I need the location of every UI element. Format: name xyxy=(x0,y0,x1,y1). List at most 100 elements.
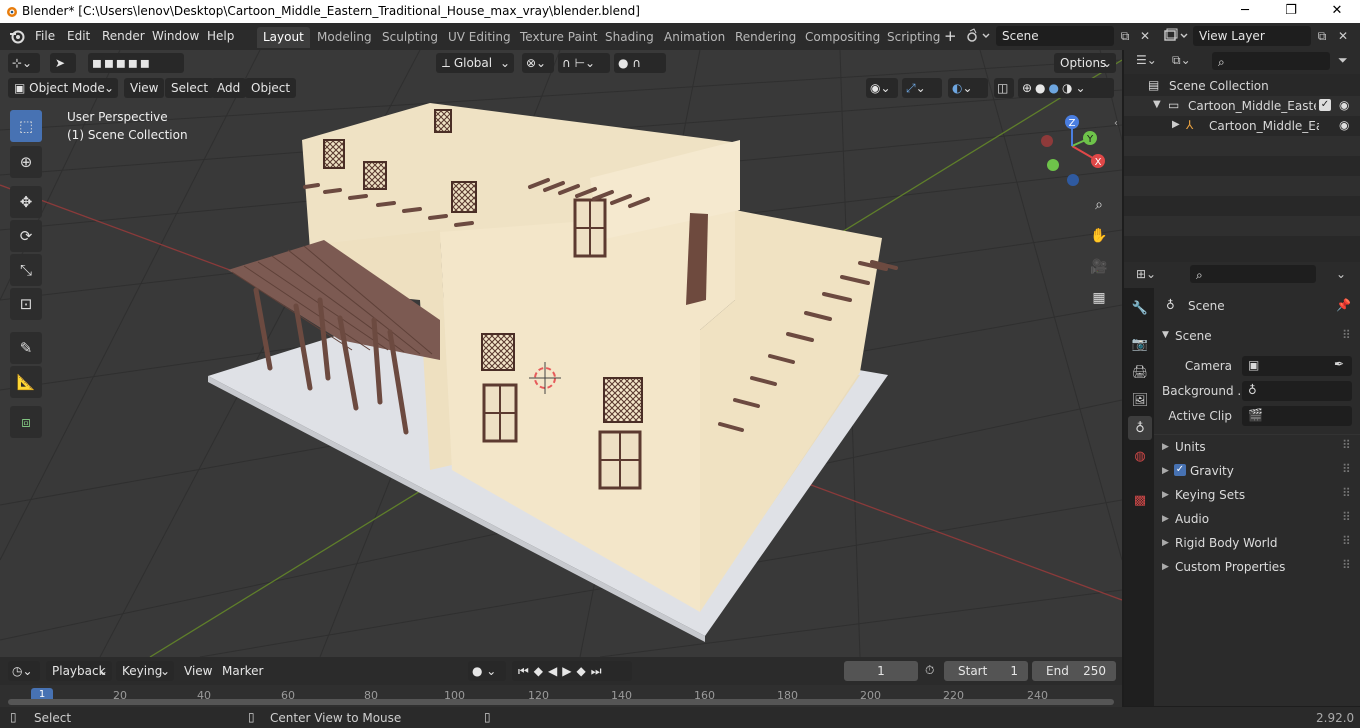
timeline-menu-marker[interactable]: Marker xyxy=(216,661,269,681)
tool-select-box-button[interactable]: ➤ xyxy=(50,53,76,73)
expand-right-icon[interactable]: ▶ xyxy=(1162,538,1169,548)
expand-right-icon[interactable]: ▶ xyxy=(1162,514,1169,524)
shading-mode-buttons[interactable]: ⊕●●◑⌄ xyxy=(1018,78,1114,98)
gravity-checkbox[interactable]: ✓ xyxy=(1174,464,1186,476)
menu-help[interactable]: Help xyxy=(207,29,234,43)
visibility-dropdown[interactable]: ◉⌄ xyxy=(866,78,898,98)
eyedropper-icon[interactable]: ✒ xyxy=(1334,357,1344,371)
tab-output[interactable]: 🖨 xyxy=(1128,360,1152,384)
outliner-search-input[interactable]: ⌕ xyxy=(1212,52,1330,70)
scene-selector-icon[interactable] xyxy=(966,28,992,47)
view-layer-selector-icon[interactable] xyxy=(1163,28,1191,47)
tool-move[interactable]: ✥ xyxy=(10,186,42,218)
expand-right-icon[interactable]: ▶ xyxy=(1162,466,1169,476)
panel-units[interactable]: Units xyxy=(1175,440,1206,454)
outliner-row-collection[interactable]: ▼ ▭ Cartoon_Middle_Eastern_ ✓ ◉ xyxy=(1124,96,1360,116)
close-button[interactable]: ✕ xyxy=(1314,0,1360,23)
expand-down-icon[interactable]: ▼ xyxy=(1162,330,1169,340)
tool-add-cube[interactable]: ⧈ xyxy=(10,406,42,438)
tool-rotate[interactable]: ⟳ xyxy=(10,220,42,252)
expand-right-icon[interactable]: ▶ xyxy=(1162,562,1169,572)
panel-rigid-body-world[interactable]: Rigid Body World xyxy=(1175,536,1278,550)
viewport-menu-add[interactable]: Add xyxy=(211,78,247,98)
start-frame-field[interactable]: Start 1 xyxy=(944,661,1028,681)
drag-handle-icon[interactable]: ⠿ xyxy=(1342,510,1351,524)
eye-icon[interactable]: ◉ xyxy=(1339,98,1349,112)
scene-name-field[interactable]: Scene xyxy=(996,26,1114,46)
outliner-row-root[interactable]: ▤ Scene Collection xyxy=(1124,76,1360,96)
tab-world[interactable]: ◍ xyxy=(1128,444,1152,468)
drag-handle-icon[interactable]: ⠿ xyxy=(1342,462,1351,476)
options-dropdown[interactable]: Options ⌄ xyxy=(1054,53,1116,73)
pivot-point-dropdown[interactable]: ⊗⌄ xyxy=(522,53,554,73)
tab-scene[interactable]: ♁ xyxy=(1128,416,1152,440)
tab-render[interactable]: 📷 xyxy=(1128,332,1152,356)
overlay-toggle[interactable]: ◐⌄ xyxy=(948,78,988,98)
outliner-row-object[interactable]: ▶ ⅄ Cartoon_Middle_East ◉ xyxy=(1124,116,1360,136)
duplicate-view-layer-icon[interactable]: ⧉ xyxy=(1311,26,1333,46)
drag-handle-icon[interactable]: ⠿ xyxy=(1342,534,1351,548)
tool-annotate[interactable]: ✎ xyxy=(10,332,42,364)
menu-render[interactable]: Render xyxy=(102,29,145,43)
tool-select[interactable]: ⬚ xyxy=(10,110,42,142)
display-mode-icon[interactable]: ⧉⌄ xyxy=(1172,53,1191,68)
sidebar-toggle-icon[interactable]: ‹ xyxy=(1114,118,1118,129)
pan-button[interactable]: ✋ xyxy=(1087,224,1111,248)
ortho-toggle-button[interactable]: ▦ xyxy=(1087,286,1111,310)
collection-checkbox[interactable]: ✓ xyxy=(1319,99,1331,111)
panel-gravity[interactable]: Gravity xyxy=(1190,464,1234,478)
maximize-button[interactable]: ❐ xyxy=(1268,0,1314,23)
background-scene-field[interactable]: ♁ xyxy=(1242,381,1352,401)
viewport-menu-view[interactable]: View xyxy=(124,78,165,98)
menu-window[interactable]: Window xyxy=(152,29,199,43)
tab-scripting[interactable]: Scripting xyxy=(881,27,946,48)
tool-measure[interactable]: 📐 xyxy=(10,366,42,398)
remove-scene-icon[interactable]: ✕ xyxy=(1134,26,1156,46)
camera-field[interactable]: ▣ ✒ xyxy=(1242,356,1352,376)
eye-icon[interactable]: ◉ xyxy=(1339,118,1349,132)
drag-handle-icon[interactable]: ⠿ xyxy=(1342,558,1351,572)
tab-rendering[interactable]: Rendering xyxy=(729,27,802,48)
proportional-edit-toggle[interactable]: ● ∩ xyxy=(614,53,666,73)
duplicate-scene-icon[interactable]: ⧉ xyxy=(1114,26,1136,46)
tool-cursor[interactable]: ⊕ xyxy=(10,146,42,178)
tab-tool[interactable]: 🔧 xyxy=(1128,296,1152,320)
menu-file[interactable]: File xyxy=(35,29,55,43)
add-workspace-icon[interactable]: + xyxy=(944,27,957,45)
outliner-editor-icon[interactable]: ☰⌄ xyxy=(1136,53,1157,67)
end-frame-field[interactable]: End 250 xyxy=(1032,661,1116,681)
selection-mode-buttons[interactable]: ◼◼◼◼◼ xyxy=(88,53,184,73)
editor-type-button[interactable]: ⊹⌄ xyxy=(8,53,40,73)
drag-handle-icon[interactable]: ⠿ xyxy=(1342,486,1351,500)
playback-dropdown[interactable]: Playback ⌄ xyxy=(46,661,112,681)
panel-keying-sets[interactable]: Keying Sets xyxy=(1175,488,1245,502)
tab-texture[interactable]: ▩ xyxy=(1128,488,1152,512)
keying-dropdown[interactable]: Keying ⌄ xyxy=(116,661,174,681)
tab-uv-editing[interactable]: UV Editing xyxy=(442,27,517,48)
tab-layout[interactable]: Layout xyxy=(257,27,310,48)
chevron-down-icon[interactable]: ⌄ xyxy=(1336,267,1346,281)
drag-handle-icon[interactable]: ⠿ xyxy=(1342,328,1351,342)
timeline-menu-view[interactable]: View xyxy=(178,661,218,681)
object-mode-dropdown[interactable]: ▣ Object Mode ⌄ xyxy=(8,78,118,98)
tab-animation[interactable]: Animation xyxy=(658,27,731,48)
filter-icon[interactable]: ⏷ xyxy=(1338,53,1348,68)
expand-right-icon[interactable]: ▶ xyxy=(1162,490,1169,500)
timeline-ruler[interactable]: 1 20 40 60 80 100 120 140 160 180 200 22… xyxy=(0,685,1122,707)
expand-down-icon[interactable]: ▼ xyxy=(1153,99,1161,110)
auto-keying-toggle[interactable]: ● ⌄ xyxy=(468,661,506,681)
viewport-menu-object[interactable]: Object xyxy=(245,78,297,98)
tab-sculpting[interactable]: Sculpting xyxy=(376,27,444,48)
timeline-editor-type[interactable]: ◷⌄ xyxy=(8,661,40,681)
tab-texture-paint[interactable]: Texture Paint xyxy=(514,27,603,48)
blender-menu-icon[interactable] xyxy=(9,28,25,47)
xray-toggle[interactable]: ◫ xyxy=(994,78,1014,98)
minimize-button[interactable]: ─ xyxy=(1222,0,1268,23)
tab-view-layer[interactable]: 🖼 xyxy=(1128,388,1152,412)
scene-panel-title[interactable]: Scene xyxy=(1175,329,1212,343)
expand-right-icon[interactable]: ▶ xyxy=(1172,119,1180,130)
viewport-menu-select[interactable]: Select xyxy=(165,78,215,98)
camera-view-button[interactable]: 🎥 xyxy=(1087,255,1111,279)
active-clip-field[interactable]: 🎬 xyxy=(1242,406,1352,426)
menu-edit[interactable]: Edit xyxy=(67,29,90,43)
